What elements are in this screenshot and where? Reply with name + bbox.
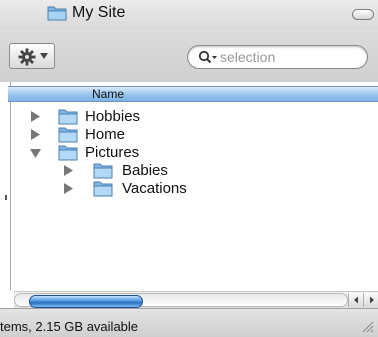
list-item[interactable]: Home (30, 126, 370, 144)
column-header-label: Name (92, 87, 125, 101)
list-item[interactable]: Babies (63, 162, 363, 180)
column-header-name[interactable]: Name (8, 86, 378, 102)
scroll-right-button[interactable] (363, 293, 378, 307)
toolbar-toggle-button[interactable] (352, 9, 374, 20)
folder-icon (58, 127, 78, 143)
disclosure-triangle-collapsed-icon[interactable] (30, 129, 41, 140)
arrow-left-icon (354, 296, 358, 304)
gear-icon (18, 48, 36, 66)
folder-icon (58, 145, 78, 161)
window-title: My Site (72, 4, 126, 21)
window-edge-mark (5, 195, 7, 200)
disclosure-triangle-collapsed-icon[interactable] (30, 111, 41, 122)
scroll-thumb[interactable] (29, 295, 143, 308)
list-item-label: Hobbies (85, 108, 141, 125)
folder-icon (93, 163, 113, 179)
list-item[interactable]: Pictures (30, 144, 370, 162)
list-item[interactable]: Hobbies (30, 108, 370, 126)
disclosure-triangle-expanded-icon[interactable] (30, 148, 41, 159)
arrow-right-icon (370, 296, 374, 304)
folder-icon (58, 109, 78, 125)
horizontal-scrollbar[interactable] (14, 291, 378, 308)
folder-icon (47, 6, 67, 21)
resize-grip-icon[interactable] (360, 319, 374, 333)
finder-window: My Site selection Name Hobbies Home Pict… (0, 0, 378, 337)
status-text: tems, 2.15 GB available (0, 319, 139, 334)
search-icon (198, 50, 217, 64)
list-item-label: Vacations (122, 180, 187, 197)
scroll-arrows (348, 293, 378, 307)
toolbar (0, 30, 378, 82)
folder-icon (93, 181, 113, 197)
status-bar: tems, 2.15 GB available (0, 308, 378, 337)
scroll-left-button[interactable] (348, 293, 363, 307)
action-menu-button[interactable] (9, 43, 55, 69)
disclosure-triangle-collapsed-icon[interactable] (63, 183, 74, 194)
scroll-track[interactable] (14, 293, 348, 308)
list-item-label: Babies (122, 162, 168, 179)
list-item-label: Pictures (85, 144, 140, 161)
disclosure-triangle-collapsed-icon[interactable] (63, 165, 74, 176)
list-item[interactable]: Vacations (63, 180, 363, 198)
title-bar[interactable]: My Site (0, 0, 378, 30)
search-input[interactable] (220, 48, 360, 66)
list-item-label: Home (85, 126, 126, 143)
search-field[interactable] (187, 45, 368, 69)
chevron-down-icon (40, 53, 48, 59)
